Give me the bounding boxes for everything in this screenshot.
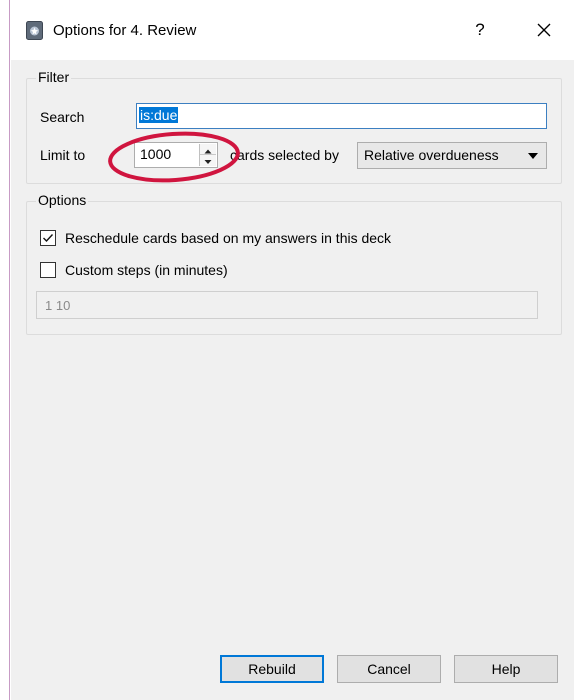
search-input-value: is:due <box>139 107 179 123</box>
options-group-title: Options <box>36 192 89 208</box>
help-button[interactable]: Help <box>454 655 558 683</box>
cards-selected-by-label: cards selected by <box>230 147 339 163</box>
window-title: Options for 4. Review <box>53 22 197 39</box>
search-input[interactable]: is:due <box>136 103 547 129</box>
custom-steps-value: 1 10 <box>45 298 71 313</box>
limit-label: Limit to <box>40 147 86 163</box>
custom-steps-label: Custom steps (in minutes) <box>65 262 228 278</box>
filter-group-title: Filter <box>36 69 72 85</box>
cancel-button[interactable]: Cancel <box>337 655 441 683</box>
order-dropdown[interactable]: Relative overdueness <box>357 142 547 169</box>
annotation-circle <box>108 131 240 183</box>
close-button[interactable] <box>528 14 560 46</box>
custom-steps-checkbox[interactable] <box>40 262 56 278</box>
search-label: Search <box>40 109 85 125</box>
context-help-button[interactable]: ? <box>468 16 492 44</box>
chevron-down-icon <box>528 153 538 159</box>
reschedule-checkbox[interactable] <box>40 230 56 246</box>
order-dropdown-value: Relative overdueness <box>364 147 499 163</box>
custom-steps-input[interactable]: 1 10 <box>36 291 538 319</box>
reschedule-label: Reschedule cards based on my answers in … <box>65 230 392 246</box>
app-icon <box>26 21 43 40</box>
close-icon <box>537 23 551 37</box>
checkmark-icon <box>43 234 54 243</box>
rebuild-button[interactable]: Rebuild <box>220 655 324 683</box>
